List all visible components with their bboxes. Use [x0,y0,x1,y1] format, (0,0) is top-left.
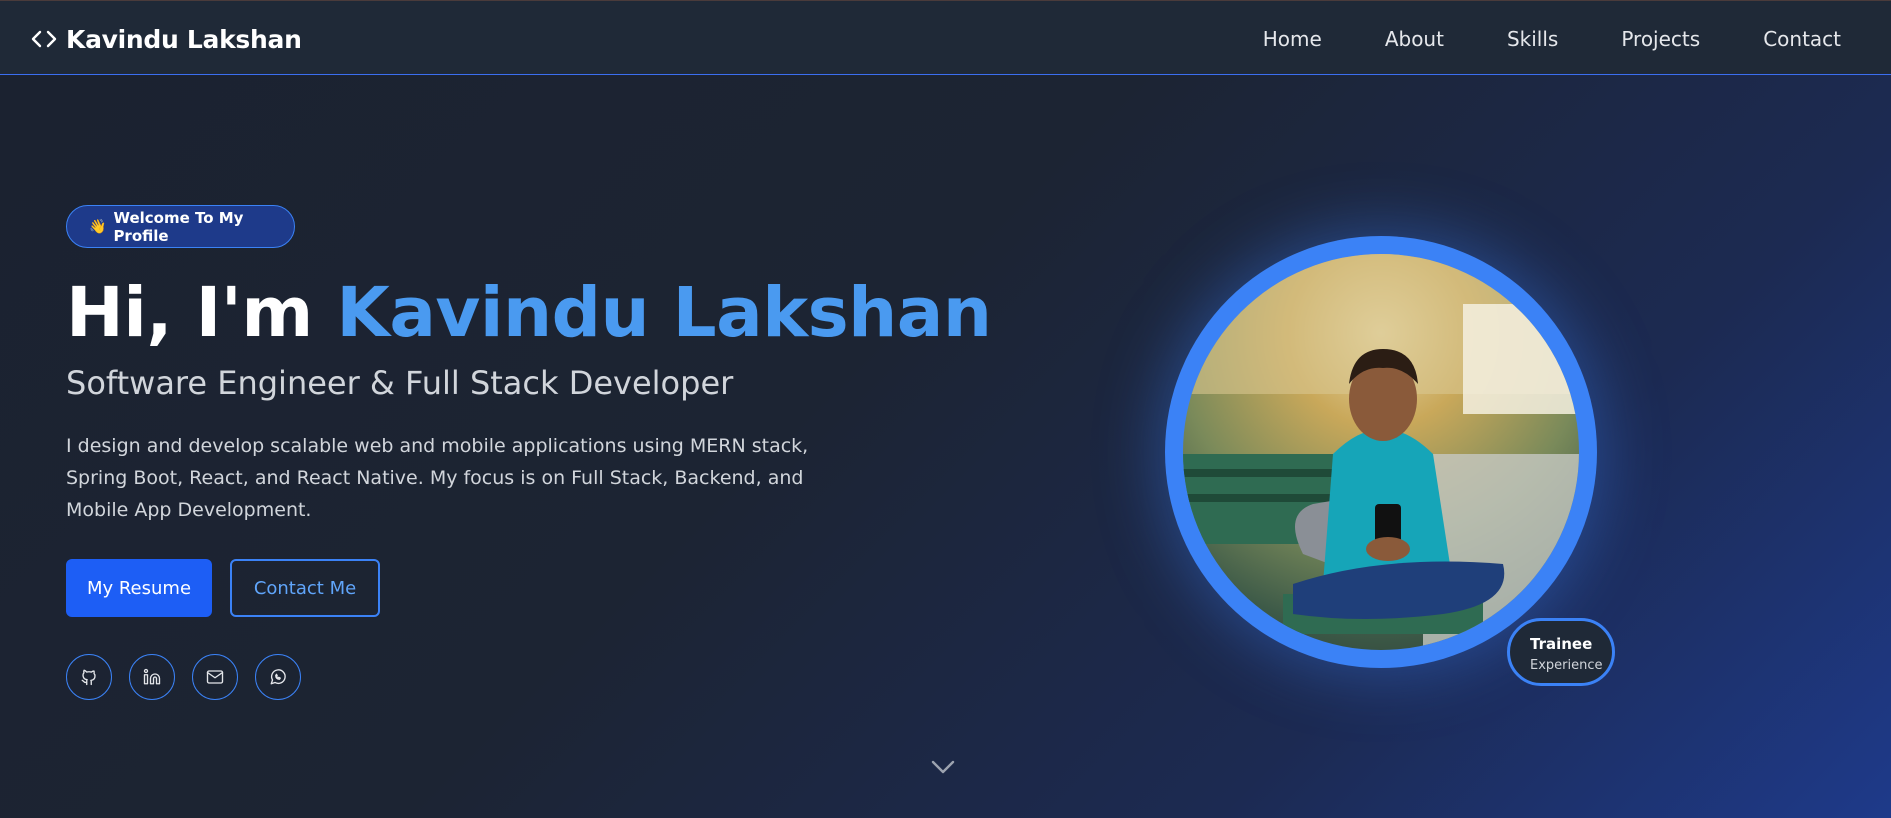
nav-link-about[interactable]: About [1385,27,1444,51]
welcome-badge: 👋 Welcome To My Profile [66,205,295,248]
github-link[interactable] [66,654,112,700]
linkedin-icon [143,668,161,685]
profile-photo-illustration [1183,254,1579,650]
social-links [66,654,318,700]
brand[interactable]: Kavindu Lakshan [30,23,302,55]
code-brackets-icon [31,30,57,48]
linkedin-link[interactable] [129,654,175,700]
hero-name: Kavindu Lakshan [336,273,992,353]
nav-link-contact[interactable]: Contact [1763,27,1841,51]
hero-headline: Hi, I'm Kavindu Lakshan [66,273,992,353]
nav-links: Home About Skills Projects Contact [1200,27,1841,51]
nav-link-home[interactable]: Home [1263,27,1322,51]
resume-button[interactable]: My Resume [66,559,212,617]
profile-photo [1183,254,1579,650]
chevron-down-icon[interactable] [930,758,956,776]
github-icon [81,669,96,686]
whatsapp-link[interactable] [255,654,301,700]
contact-me-button[interactable]: Contact Me [230,559,380,617]
nav-link-skills[interactable]: Skills [1507,27,1558,51]
profile-photo-ring [1165,236,1597,668]
wave-icon: 👋 [89,218,107,235]
whatsapp-icon [270,669,286,685]
welcome-badge-text: Welcome To My Profile [113,208,244,245]
brand-name: Kavindu Lakshan [66,24,302,54]
mail-icon [206,670,224,684]
hero-subtitle: Software Engineer & Full Stack Developer [66,364,734,402]
top-navbar: Kavindu Lakshan Home About Skills Projec… [0,0,1891,75]
hero-description: I design and develop scalable web and mo… [66,435,809,521]
greeting: Hi, I'm [66,273,337,353]
email-link[interactable] [192,654,238,700]
experience-title: Trainee [1530,635,1593,653]
experience-subtitle: Experience [1530,658,1603,673]
nav-link-projects[interactable]: Projects [1621,27,1700,51]
experience-badge: Trainee Experience [1507,618,1615,686]
